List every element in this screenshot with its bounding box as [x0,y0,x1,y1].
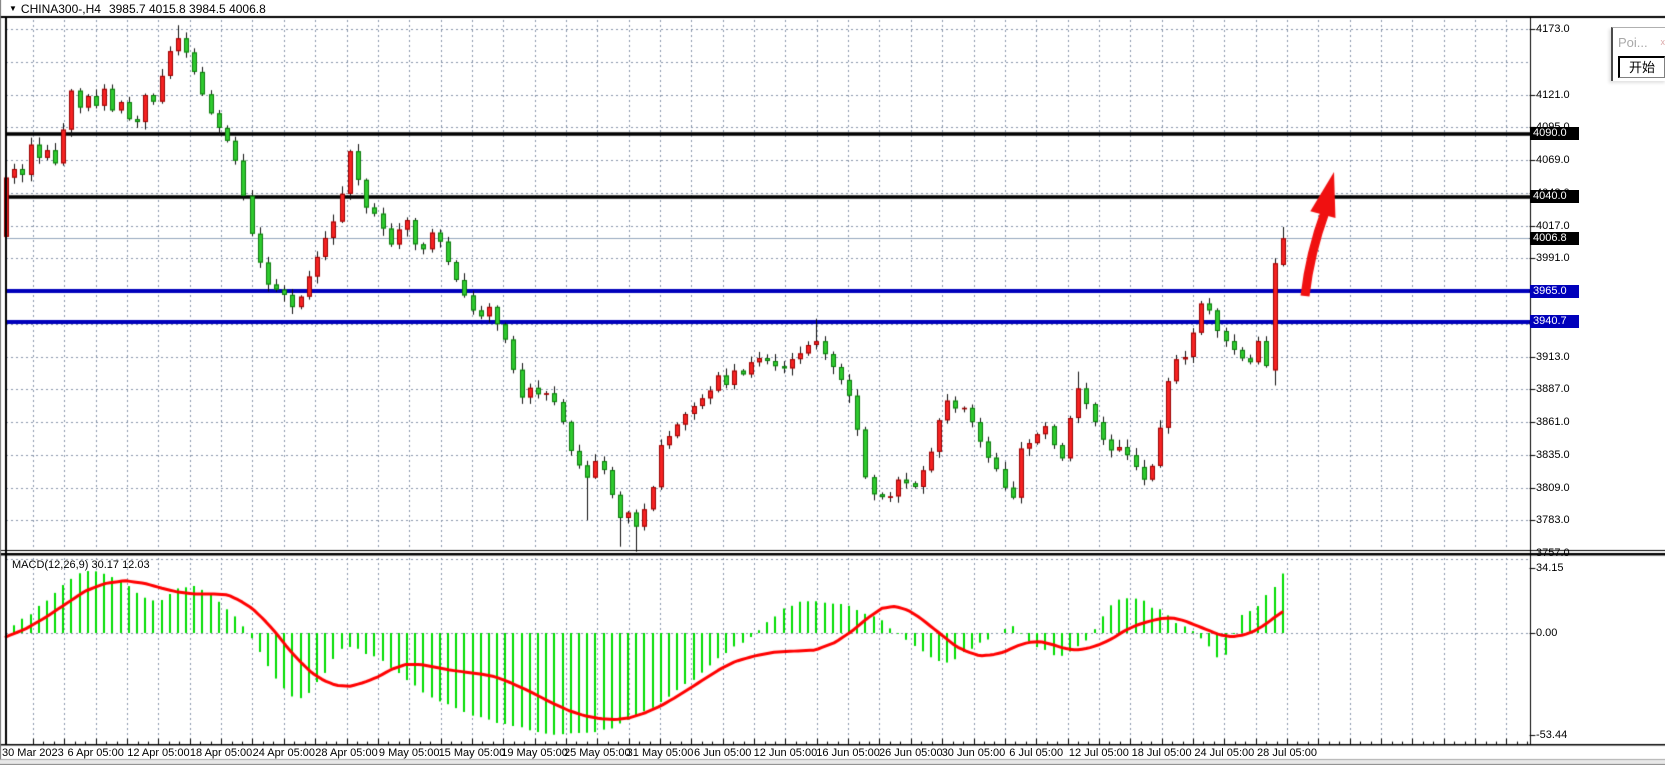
time-axis-label: 12 Apr 05:00 [127,747,189,759]
price-level-label[interactable]: 4090.0 [1530,127,1579,140]
price-axis-label: 4017.0 [1536,220,1570,232]
time-axis-label: 12 Jul 05:00 [1069,747,1129,759]
price-axis-label: 3913.0 [1536,351,1570,363]
macd-indicator-label: MACD(12,26,9) 30.17 12.03 [12,559,150,571]
time-axis-label: 30 Mar 2023 [2,747,64,759]
price-axis-label: 4173.0 [1536,23,1570,35]
time-axis-label: 6 Jun 05:00 [694,747,752,759]
chart-canvas[interactable] [0,0,1665,765]
time-axis-label: 24 Jul 05:00 [1194,747,1254,759]
close-icon[interactable]: x [1661,37,1665,47]
price-axis-label: 3757.0 [1536,547,1570,559]
time-axis-label: 30 Jun 05:00 [942,747,1006,759]
ohlc-values: 3985.7 4015.8 3984.5 4006.8 [109,2,266,16]
price-level-label[interactable]: 4006.8 [1530,232,1579,245]
macd-values: 30.17 12.03 [91,559,149,571]
time-axis-label: 9 May 05:00 [379,747,440,759]
trading-terminal-window: ▼ CHINA300-,H4 3985.7 4015.8 3984.5 4006.8… [0,0,1665,765]
time-axis-label: 24 Apr 05:00 [253,747,315,759]
macd-axis-label: 34.15 [1536,562,1564,574]
time-axis-label: 18 Jul 05:00 [1132,747,1192,759]
time-axis-label: 6 Jul 05:00 [1009,747,1063,759]
time-axis-label: 25 May 05:00 [564,747,631,759]
time-axis-label: 31 May 05:00 [627,747,694,759]
price-axis-label: 3835.0 [1536,449,1570,461]
time-axis-label: 18 Apr 05:00 [190,747,252,759]
time-axis-label: 26 Jun 05:00 [879,747,943,759]
time-axis-label: 19 May 05:00 [501,747,568,759]
points-popup-window[interactable]: Poi... x 开始 [1611,27,1665,81]
macd-axis-label: -53.44 [1536,729,1567,741]
popup-title: Poi... [1618,35,1648,50]
price-axis-label: 4121.0 [1536,89,1570,101]
price-axis-label: 4069.0 [1536,154,1570,166]
price-axis-label: 3991.0 [1536,252,1570,264]
macd-axis-label: 0.00 [1536,627,1557,639]
time-axis-label: 28 Jul 05:00 [1257,747,1317,759]
price-axis-label: 3809.0 [1536,482,1570,494]
chart-title: ▼ CHINA300-,H4 3985.7 4015.8 3984.5 4006.8 [9,2,266,16]
start-button[interactable]: 开始 [1618,56,1665,78]
time-axis-label: 28 Apr 05:00 [315,747,377,759]
price-axis-label: 3861.0 [1536,416,1570,428]
time-axis-label: 12 Jun 05:00 [754,747,818,759]
price-axis-label: 3783.0 [1536,514,1570,526]
price-level-label[interactable]: 3940.7 [1530,315,1579,328]
price-axis-label: 3887.0 [1536,383,1570,395]
time-axis-label: 15 May 05:00 [439,747,506,759]
time-axis-label: 6 Apr 05:00 [68,747,124,759]
time-axis-label: 16 Jun 05:00 [816,747,880,759]
price-level-label[interactable]: 3965.0 [1530,285,1579,298]
macd-name: MACD(12,26,9) [12,559,88,571]
price-level-label[interactable]: 4040.0 [1530,190,1579,203]
symbol-label: CHINA300-,H4 [21,2,101,16]
chevron-down-icon[interactable]: ▼ [9,4,17,13]
